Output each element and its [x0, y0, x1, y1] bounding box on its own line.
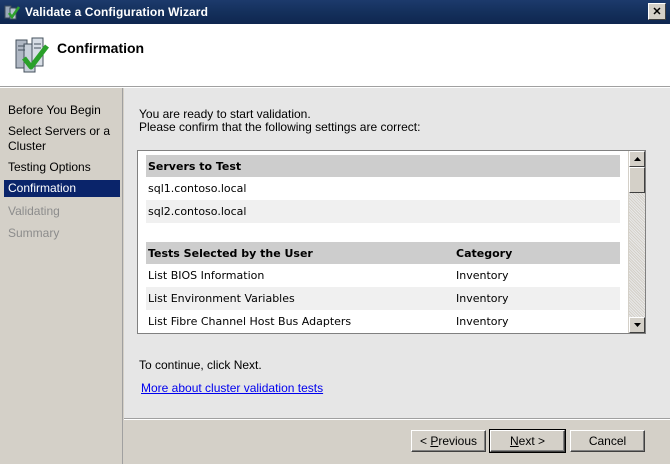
page-title: Confirmation [57, 40, 145, 56]
window-title: Validate a Configuration Wizard [25, 5, 209, 19]
test-row: List Fibre Channel Host Bus Adapters Inv… [146, 310, 620, 333]
previous-button[interactable]: < Previous [411, 430, 486, 452]
settings-list[interactable]: Servers to Test sql1.contoso.local sql2.… [137, 150, 646, 334]
servers-section-header: Servers to Test [146, 155, 620, 177]
close-button[interactable]: ✕ [648, 3, 666, 20]
scroll-down-button[interactable] [629, 317, 645, 333]
step-before-you-begin[interactable]: Before You Begin [4, 103, 120, 118]
server-row: sql1.contoso.local [146, 177, 620, 200]
vertical-scrollbar[interactable] [628, 151, 645, 333]
continue-instruction: To continue, click Next. [139, 358, 262, 372]
content-pane: You are ready to start validation. Pleas… [124, 88, 670, 418]
step-validating: Validating [8, 204, 60, 218]
previous-accesskey: P [430, 434, 439, 448]
scroll-up-button[interactable] [629, 151, 645, 167]
close-icon: ✕ [652, 6, 662, 18]
test-row: List Environment Variables Inventory [146, 287, 620, 310]
step-testing-options[interactable]: Testing Options [4, 160, 120, 175]
category-header-label: Category [456, 246, 513, 260]
tests-section-header: Tests Selected by the User Category [146, 242, 620, 264]
cancel-label: Cancel [588, 434, 627, 448]
test-category: Inventory [456, 292, 509, 305]
test-name: List Fibre Channel Host Bus Adapters [148, 315, 352, 328]
servers-header-label: Servers to Test [148, 159, 242, 173]
next-accesskey: N [509, 434, 519, 448]
wizard-header: Confirmation [0, 24, 670, 87]
previous-label: revious [438, 434, 478, 448]
next-button[interactable]: Next > [489, 429, 566, 453]
step-confirmation[interactable]: Confirmation [4, 180, 120, 197]
step-summary: Summary [8, 226, 60, 240]
test-category: Inventory [456, 269, 509, 282]
intro-text-line1: You are ready to start validation. [139, 107, 311, 121]
server-name: sql1.contoso.local [148, 182, 247, 195]
wizard-app-icon [4, 4, 21, 20]
test-category: Inventory [456, 315, 509, 328]
scroll-thumb[interactable] [629, 167, 645, 193]
cancel-button[interactable]: Cancel [570, 430, 645, 452]
title-bar: Validate a Configuration Wizard ✕ [0, 0, 670, 24]
server-name: sql2.contoso.local [148, 205, 247, 218]
wizard-steps-pane: Before You Begin Select Servers or a Clu… [0, 88, 123, 464]
arrow-down-icon [633, 322, 641, 329]
tests-header-label: Tests Selected by the User [148, 246, 313, 260]
step-select-servers[interactable]: Select Servers or a Cluster [4, 124, 114, 154]
server-row: sql2.contoso.local [146, 200, 620, 223]
previous-prefix: < [419, 434, 431, 448]
test-name: List Environment Variables [148, 292, 295, 305]
next-label: ext > [518, 434, 546, 448]
more-about-validation-link[interactable]: More about cluster validation tests [141, 381, 323, 395]
test-row: List BIOS Information Inventory [146, 264, 620, 287]
intro-text-line2: Please confirm that the following settin… [139, 120, 421, 134]
server-check-icon [14, 36, 50, 74]
arrow-up-icon [633, 156, 641, 163]
button-bar-divider-highlight [124, 419, 670, 420]
test-name: List BIOS Information [148, 269, 265, 282]
